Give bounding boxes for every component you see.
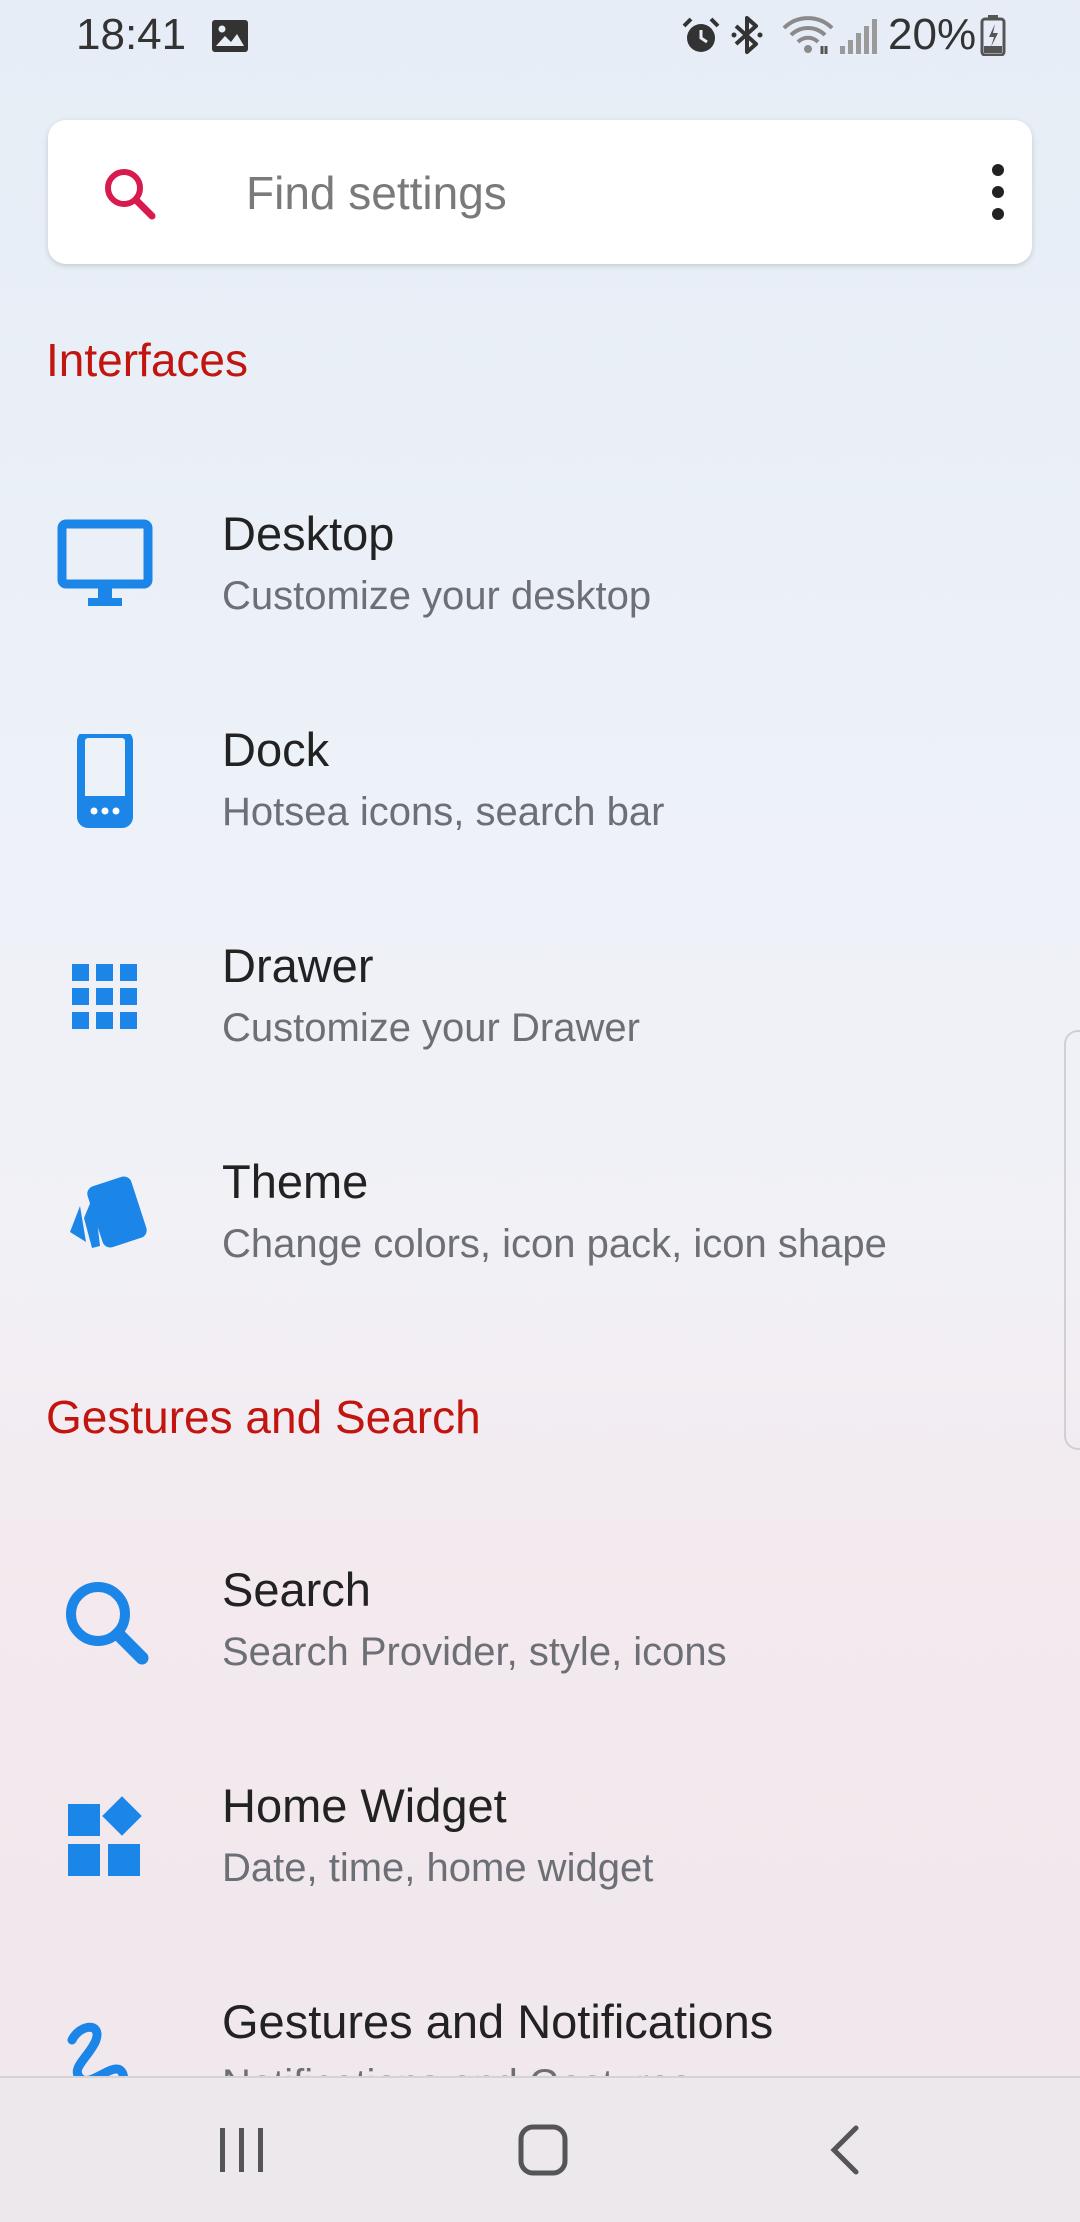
alarm-icon xyxy=(682,17,720,52)
list-item-theme[interactable]: Theme Change colors, icon pack, icon sha… xyxy=(0,1118,1080,1308)
edge-panel-handle[interactable] xyxy=(1064,1030,1080,1450)
battery-icon xyxy=(980,15,1006,56)
home-icon[interactable] xyxy=(516,2122,572,2178)
phone-icon xyxy=(77,734,133,828)
list-item-title: Home Widget xyxy=(222,1779,507,1832)
list-item-subtitle: Date, time, home widget xyxy=(222,1846,654,1890)
list-item-subtitle: Change colors, icon pack, icon shape xyxy=(222,1222,887,1266)
recent-apps-icon[interactable] xyxy=(214,2124,270,2176)
wifi-icon xyxy=(782,16,834,54)
list-item-subtitle: Search Provider, style, icons xyxy=(222,1630,727,1674)
search-icon[interactable] xyxy=(100,164,160,224)
status-time: 18:41 xyxy=(76,10,187,59)
list-item-title: Theme xyxy=(222,1155,369,1208)
list-item-subtitle: Hotsea icons, search bar xyxy=(222,790,665,834)
list-item-title: Gestures and Notifications xyxy=(222,1995,774,2048)
grid-icon xyxy=(72,964,137,1029)
back-icon[interactable] xyxy=(826,2124,866,2176)
navigation-bar xyxy=(0,2076,1080,2222)
list-item-desktop[interactable]: Desktop Customize your desktop xyxy=(0,470,1080,660)
search-icon xyxy=(66,1582,149,1665)
battery-percent: 20% xyxy=(888,10,977,59)
list-item-search[interactable]: Search Search Provider, style, icons xyxy=(0,1526,1080,1716)
list-item-title: Desktop xyxy=(222,507,395,560)
list-item-subtitle: Customize your desktop xyxy=(222,574,652,618)
list-item-subtitle: Customize your Drawer xyxy=(222,1006,640,1050)
bluetooth-icon xyxy=(731,16,763,54)
list-item-title: Search xyxy=(222,1563,371,1616)
list-item-dock[interactable]: Dock Hotsea icons, search bar xyxy=(0,686,1080,876)
image-icon xyxy=(212,20,248,52)
desktop-icon xyxy=(57,519,153,606)
signal-icon xyxy=(840,19,877,54)
section-heading-gestures-and-search: Gestures and Search xyxy=(46,1391,481,1443)
more-vert-icon[interactable] xyxy=(988,162,1008,222)
list-item-home-widget[interactable]: Home Widget Date, time, home widget xyxy=(0,1742,1080,1932)
list-item-title: Dock xyxy=(222,723,330,776)
list-item-drawer[interactable]: Drawer Customize your Drawer xyxy=(0,902,1080,1092)
search-bar[interactable] xyxy=(48,120,1032,264)
theme-cards-icon xyxy=(70,1176,147,1248)
status-bar: 18:41 20% xyxy=(0,0,1080,75)
widgets-icon xyxy=(68,1796,142,1876)
section-heading-interfaces: Interfaces xyxy=(46,334,248,386)
search-input[interactable] xyxy=(244,162,898,224)
list-item-title: Drawer xyxy=(222,939,374,992)
